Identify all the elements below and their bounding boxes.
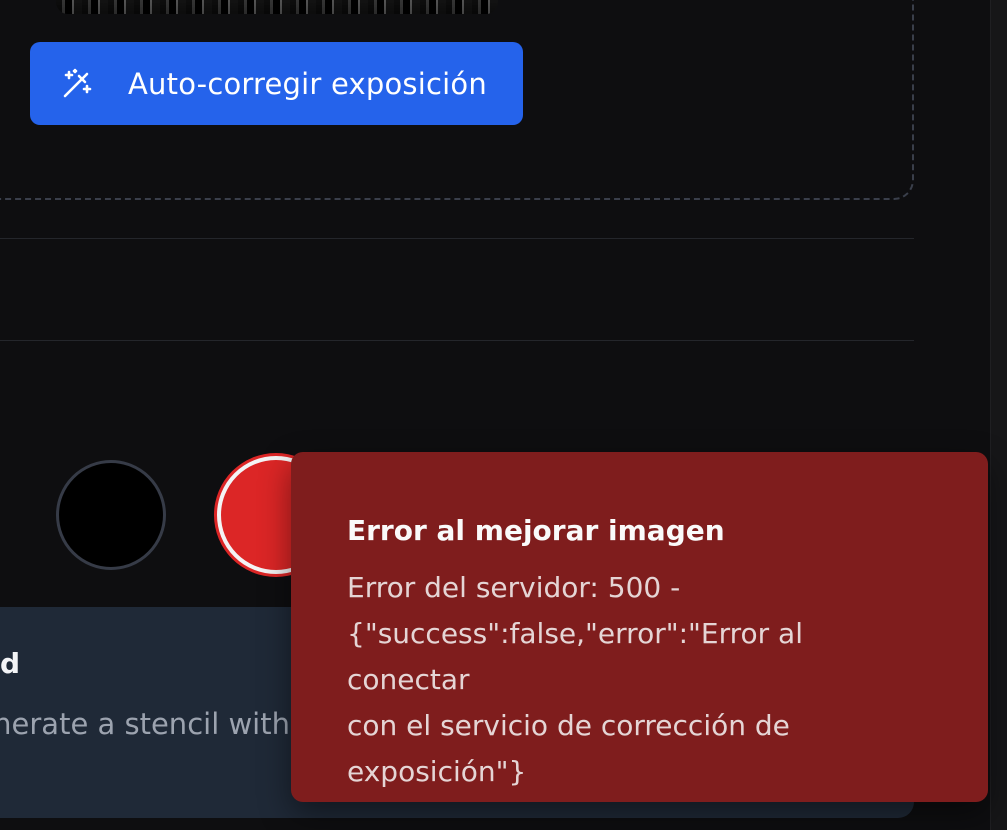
info-card-description: enerate a stencil with [0, 707, 290, 741]
section-divider [0, 238, 914, 239]
scrollbar[interactable] [990, 0, 1007, 830]
error-toast-message: Error del servidor: 500 - {"success":fal… [347, 571, 803, 788]
auto-correct-exposure-button[interactable]: Auto-corregir exposición [30, 42, 523, 125]
main-panel: Auto-corregir exposición d enerate a ste… [0, 0, 1007, 830]
app-viewport: Auto-corregir exposición d enerate a ste… [0, 0, 1007, 830]
color-swatch-black[interactable] [56, 460, 166, 570]
info-card-title: d [0, 647, 21, 680]
section-divider [0, 340, 914, 341]
auto-correct-exposure-label: Auto-corregir exposición [128, 66, 487, 101]
error-toast-title: Error al mejorar imagen [347, 514, 725, 547]
magic-wand-icon [60, 67, 94, 101]
image-preview [56, 0, 498, 14]
error-toast[interactable]: Error al mejorar imagen Error del servid… [291, 452, 988, 802]
